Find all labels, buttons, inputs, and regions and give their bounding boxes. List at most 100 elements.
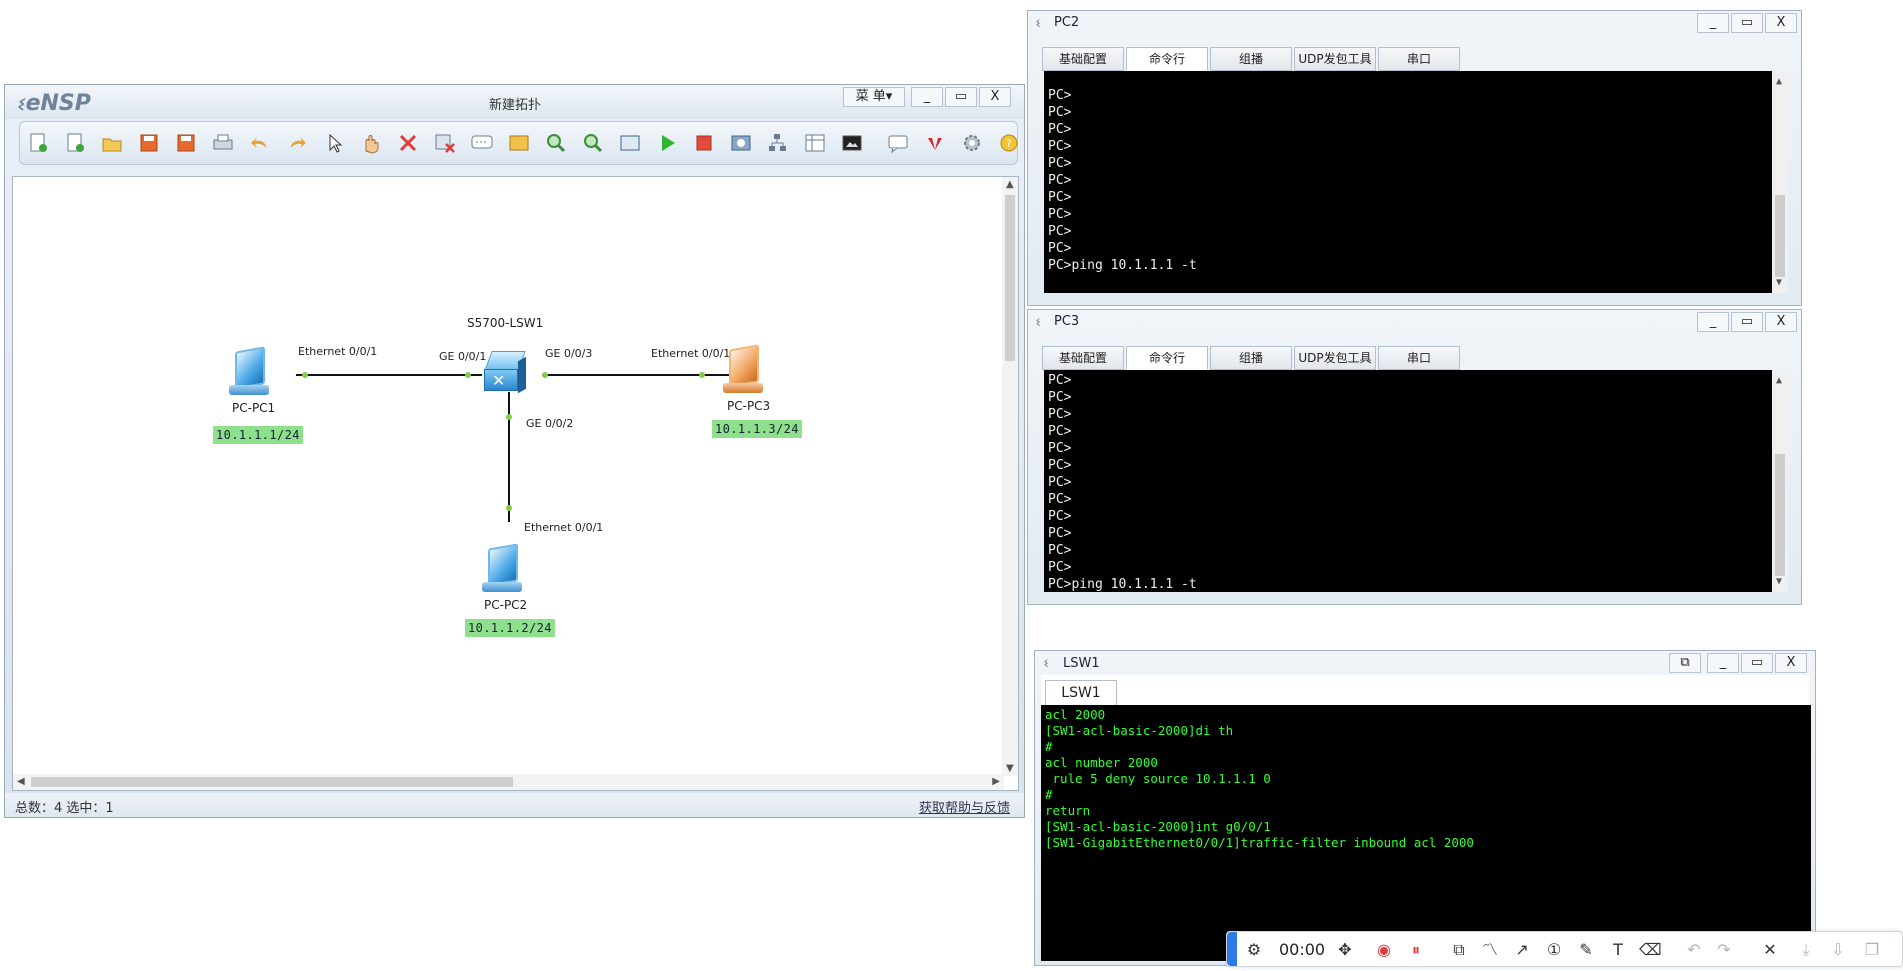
scroll-thumb[interactable] bbox=[1775, 195, 1785, 277]
download-icon[interactable]: ⤓ bbox=[1795, 939, 1817, 961]
save-as-icon[interactable] bbox=[174, 132, 198, 154]
tab-basic-config[interactable]: 基础配置 bbox=[1042, 47, 1124, 71]
delete-link-icon[interactable] bbox=[433, 132, 457, 154]
minimize-button[interactable]: _ bbox=[911, 87, 943, 107]
close-icon[interactable]: ✕ bbox=[1759, 939, 1781, 961]
pc2-titlebar[interactable]: ଽ PC2 _ ▭ X bbox=[1028, 11, 1801, 35]
scroll-up-icon[interactable]: ▲ bbox=[1776, 372, 1782, 389]
tab-lsw1[interactable]: LSW1 bbox=[1045, 680, 1117, 705]
stop-device-icon[interactable] bbox=[692, 132, 716, 154]
redo-icon[interactable]: ↷ bbox=[1713, 939, 1735, 961]
tab-command-line[interactable]: 命令行 bbox=[1126, 346, 1208, 370]
minimize-button[interactable]: _ bbox=[1707, 653, 1739, 673]
scroll-thumb[interactable] bbox=[1005, 195, 1015, 361]
maximize-button[interactable]: ▭ bbox=[1741, 653, 1773, 673]
hand-icon[interactable] bbox=[359, 132, 383, 154]
select-icon[interactable] bbox=[322, 132, 346, 154]
minimize-button[interactable]: _ bbox=[1697, 13, 1729, 33]
scroll-up-icon[interactable]: ▲ bbox=[1006, 179, 1014, 190]
scroll-down-icon[interactable]: ▼ bbox=[1776, 274, 1782, 291]
pc3-console[interactable]: PC> PC> PC> PC> PC> PC> PC> PC> PC> PC> … bbox=[1044, 370, 1788, 592]
scroll-up-icon[interactable]: ▲ bbox=[1776, 73, 1782, 90]
capture-icon[interactable] bbox=[729, 132, 753, 154]
copy-icon[interactable]: ❐ bbox=[1861, 939, 1883, 961]
lsw1-console[interactable]: acl 2000 [SW1-acl-basic-2000]di th # acl… bbox=[1041, 705, 1811, 961]
zoom-out-icon[interactable] bbox=[581, 132, 605, 154]
scroll-left-icon[interactable]: ◀ bbox=[17, 776, 25, 787]
tab-udp-tool[interactable]: UDP发包工具 bbox=[1294, 346, 1376, 370]
pc1-device-icon[interactable] bbox=[223, 346, 275, 399]
maximize-button[interactable]: ▭ bbox=[1731, 312, 1763, 332]
palette-icon[interactable] bbox=[507, 132, 531, 154]
tab-serial[interactable]: 串口 bbox=[1378, 346, 1460, 370]
tab-udp-tool[interactable]: UDP发包工具 bbox=[1294, 47, 1376, 71]
text-label-icon[interactable] bbox=[470, 132, 494, 154]
pause-icon[interactable]: ⏸ bbox=[1405, 939, 1427, 961]
zoom-in-icon[interactable] bbox=[544, 132, 568, 154]
scroll-right-icon[interactable]: ▶ bbox=[992, 776, 1000, 787]
polyline-icon[interactable]: 〽 bbox=[1479, 939, 1501, 961]
scroll-thumb[interactable] bbox=[1775, 454, 1785, 576]
grid-icon[interactable] bbox=[803, 132, 827, 154]
gear-icon[interactable]: ⚙ bbox=[1243, 939, 1265, 961]
screenshot-icon[interactable] bbox=[840, 132, 864, 154]
link-sw-pc2[interactable] bbox=[508, 392, 510, 522]
menu-button[interactable]: 菜 单▾ bbox=[843, 87, 905, 107]
console-scrollbar[interactable]: ▲ ▼ bbox=[1772, 71, 1788, 293]
close-button[interactable]: X bbox=[979, 87, 1011, 107]
help-icon[interactable]: ? bbox=[997, 132, 1021, 154]
drag-handle[interactable] bbox=[1227, 932, 1237, 966]
tab-multicast[interactable]: 组播 bbox=[1210, 47, 1292, 71]
save-icon[interactable] bbox=[137, 132, 161, 154]
console-scrollbar[interactable]: ▲ ▼ bbox=[1772, 370, 1788, 592]
ensp-titlebar[interactable]: ଽeNSP 新建拓扑 菜 单▾ _ ▭ X bbox=[5, 85, 1024, 119]
help-feedback-link[interactable]: 获取帮助与反馈 bbox=[919, 797, 1010, 816]
pc3-titlebar[interactable]: ଽ PC3 _ ▭ X bbox=[1028, 310, 1801, 334]
close-button[interactable]: X bbox=[1765, 13, 1797, 33]
maximize-button[interactable]: ▭ bbox=[1731, 13, 1763, 33]
move-icon[interactable]: ✥ bbox=[1334, 939, 1356, 961]
pc3-device-icon[interactable] bbox=[717, 344, 769, 397]
maximize-button[interactable]: ▭ bbox=[945, 87, 977, 107]
settings-gear-icon[interactable] bbox=[960, 132, 984, 154]
new-topology-icon[interactable] bbox=[26, 132, 50, 154]
vertical-scrollbar[interactable]: ▲ ▼ bbox=[1002, 177, 1018, 776]
switch-device-icon[interactable]: ✕ bbox=[482, 349, 528, 394]
tab-multicast[interactable]: 组播 bbox=[1210, 346, 1292, 370]
redo-icon[interactable] bbox=[285, 132, 309, 154]
horizontal-scrollbar[interactable]: ◀ ▶ bbox=[13, 774, 1004, 790]
start-device-icon[interactable] bbox=[655, 132, 679, 154]
restore-button[interactable]: ⧉ bbox=[1669, 653, 1701, 673]
scroll-down-icon[interactable]: ▼ bbox=[1006, 763, 1014, 774]
tab-basic-config[interactable]: 基础配置 bbox=[1042, 346, 1124, 370]
number-icon[interactable]: ① bbox=[1543, 939, 1565, 961]
undo-icon[interactable]: ↶ bbox=[1683, 939, 1705, 961]
pc2-console[interactable]: PC> PC> PC> PC> PC> PC> PC> PC> PC> PC> … bbox=[1044, 71, 1788, 293]
huawei-logo-icon[interactable] bbox=[923, 132, 947, 154]
tab-serial[interactable]: 串口 bbox=[1378, 47, 1460, 71]
close-button[interactable]: X bbox=[1775, 653, 1807, 673]
pen-icon[interactable]: ✎ bbox=[1575, 939, 1597, 961]
record-icon[interactable]: ◉ bbox=[1373, 939, 1395, 961]
shapes-icon[interactable]: ⧉ bbox=[1448, 939, 1470, 961]
scroll-down-icon[interactable]: ▼ bbox=[1776, 573, 1782, 590]
save-icon[interactable]: ⇩ bbox=[1827, 939, 1849, 961]
arrow-icon[interactable]: ↗ bbox=[1511, 939, 1533, 961]
link-pc1-sw[interactable] bbox=[296, 374, 482, 376]
text-icon[interactable]: T bbox=[1607, 939, 1629, 961]
topology-canvas[interactable]: Ethernet 0/0/1 GE 0/0/1 GE 0/0/3 Etherne… bbox=[12, 176, 1019, 791]
minimize-button[interactable]: _ bbox=[1697, 312, 1729, 332]
topology-icon[interactable] bbox=[766, 132, 790, 154]
eraser-icon[interactable]: ⌫ bbox=[1639, 939, 1662, 961]
delete-icon[interactable] bbox=[396, 132, 420, 154]
open-icon[interactable] bbox=[100, 132, 124, 154]
pc2-device-icon[interactable] bbox=[476, 543, 528, 596]
tab-command-line[interactable]: 命令行 bbox=[1126, 47, 1208, 71]
chat-icon[interactable] bbox=[886, 132, 910, 154]
undo-icon[interactable] bbox=[248, 132, 272, 154]
print-icon[interactable] bbox=[211, 132, 235, 154]
new-example-icon[interactable] bbox=[63, 132, 87, 154]
close-button[interactable]: X bbox=[1765, 312, 1797, 332]
scroll-thumb[interactable] bbox=[31, 777, 513, 787]
fit-window-icon[interactable] bbox=[618, 132, 642, 154]
